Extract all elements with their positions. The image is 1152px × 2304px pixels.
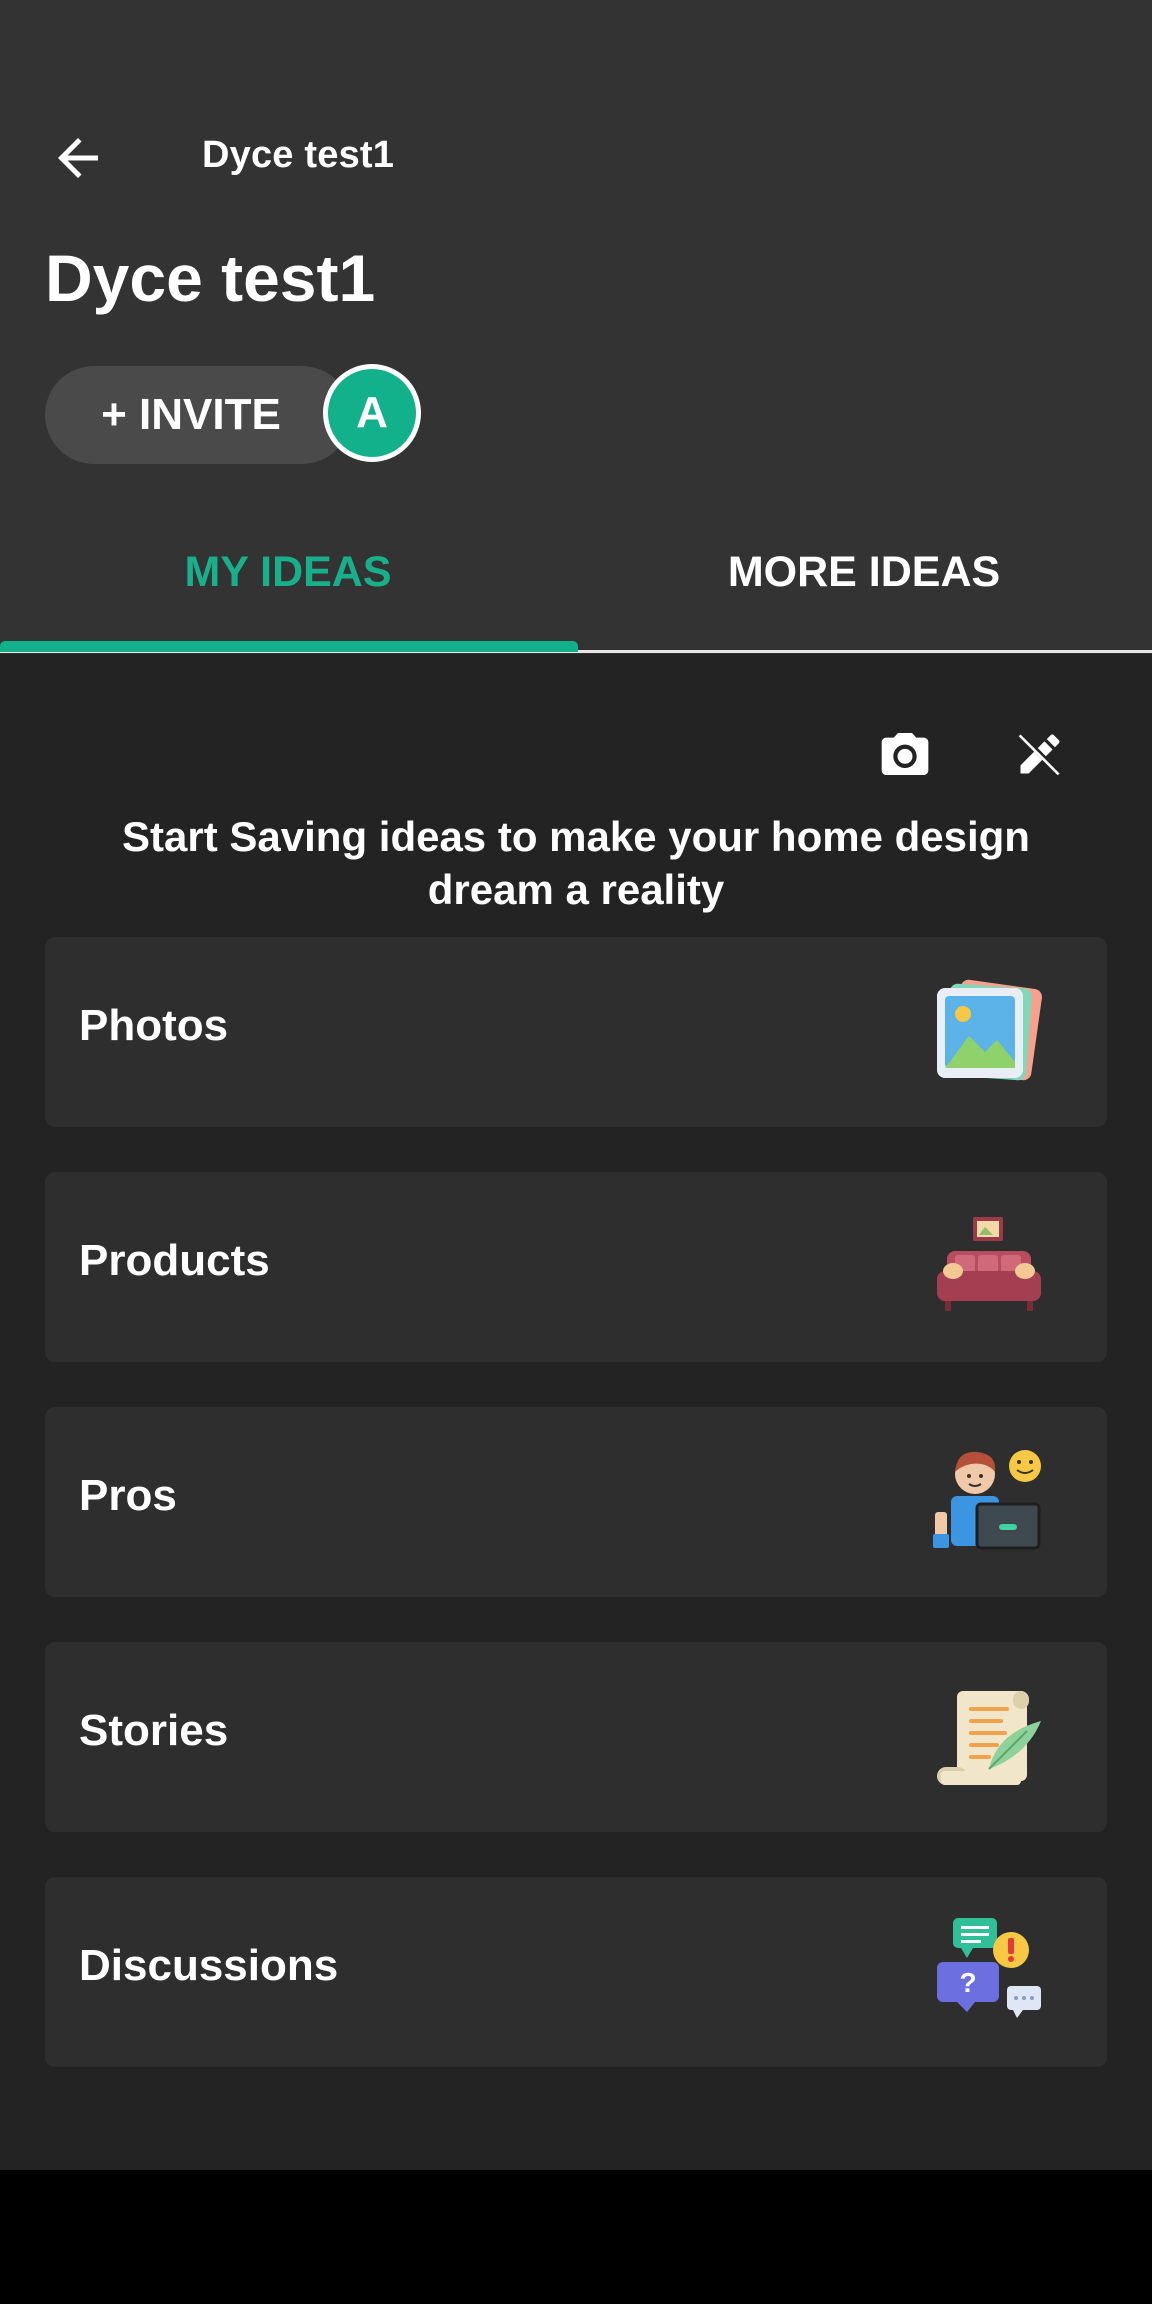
category-label: Pros <box>79 1471 177 1520</box>
tab-more-ideas[interactable]: MORE IDEAS <box>576 548 1152 597</box>
board-header: Dyce test1 Dyce test1 + INVITE A MY IDEA… <box>0 0 1152 654</box>
edit-pencil-icon <box>1016 730 1064 778</box>
screen: Dyce test1 Dyce test1 + INVITE A MY IDEA… <box>0 0 1152 2170</box>
toolbar-title: Dyce test1 <box>202 134 395 176</box>
category-card-photos[interactable]: Photos <box>45 937 1107 1127</box>
active-tab-indicator <box>0 641 578 652</box>
category-card-products[interactable]: Products <box>45 1172 1107 1362</box>
avatar[interactable]: A <box>323 364 421 462</box>
professional-illustration-icon <box>933 1450 1041 1550</box>
photos-illustration-icon <box>937 979 1042 1081</box>
category-label: Photos <box>79 1001 229 1050</box>
invite-button[interactable]: + INVITE <box>45 366 351 464</box>
category-card-pros[interactable]: Pros <box>45 1407 1107 1597</box>
system-navigation-bar <box>0 2170 1152 2304</box>
chat-bubbles-illustration-icon: ? <box>937 1918 1041 2018</box>
svg-text:?: ? <box>959 1967 976 1998</box>
category-label: Stories <box>79 1706 229 1755</box>
category-label: Products <box>79 1236 270 1285</box>
sofa-illustration-icon <box>937 1217 1041 1311</box>
back-button[interactable] <box>38 118 118 198</box>
arrow-left-icon <box>58 138 98 178</box>
category-card-stories[interactable]: Stories <box>45 1642 1107 1832</box>
scroll-illustration-icon <box>937 1691 1041 1785</box>
tab-my-ideas[interactable]: MY IDEAS <box>0 548 576 597</box>
category-label: Discussions <box>79 1941 339 1990</box>
camera-icon <box>881 733 929 775</box>
empty-state-message: Start Saving ideas to make your home des… <box>122 813 1030 913</box>
category-card-discussions[interactable]: Discussions ? <box>45 1877 1107 2067</box>
camera-button[interactable] <box>875 724 935 784</box>
page-title: Dyce test1 <box>45 241 376 315</box>
edit-button[interactable] <box>1010 724 1070 784</box>
